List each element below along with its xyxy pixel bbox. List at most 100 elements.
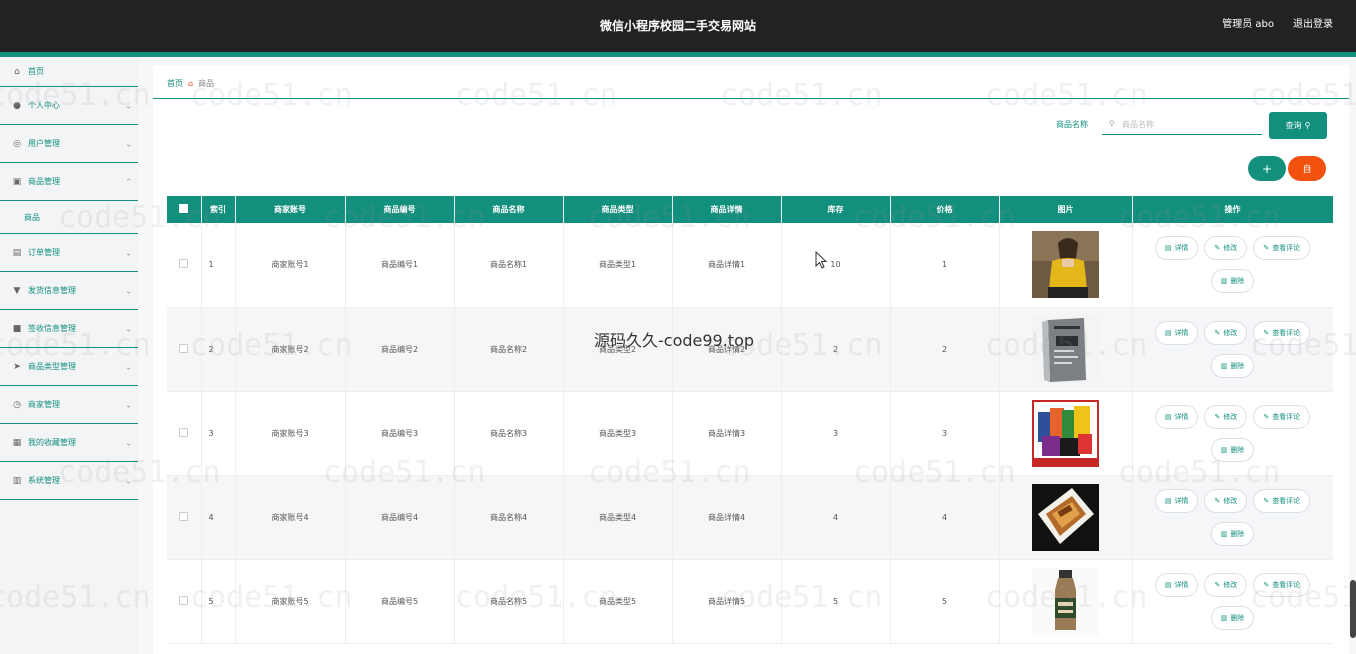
- cell-price: 2: [890, 307, 1000, 392]
- sidebar-item-goods[interactable]: ▣ 商品管理 ⌃: [0, 163, 138, 201]
- view-comments-button[interactable]: ✎ 查看评论: [1253, 236, 1311, 261]
- trash-icon: ▥: [1220, 529, 1228, 538]
- cell-goods-type: 商品类型5: [563, 559, 673, 644]
- search-icon: ⚲: [1304, 121, 1311, 130]
- trash-icon: ▥: [1220, 613, 1228, 622]
- cell-actions: ▤ 详情 ✎ 修改 ✎ 查看评论 ▥ 删除: [1132, 475, 1333, 560]
- delete-button[interactable]: ▥ 删除: [1210, 437, 1255, 462]
- logout-link[interactable]: 退出登录: [1293, 0, 1333, 50]
- view-comments-button[interactable]: ✎ 查看评论: [1253, 488, 1311, 513]
- cell-image: [999, 391, 1133, 476]
- row-select-cell[interactable]: [167, 475, 202, 560]
- chevron-down-icon: ⌄: [125, 324, 132, 333]
- edit-button[interactable]: ✎ 修改: [1204, 236, 1248, 261]
- view-comments-label: 查看评论: [1272, 412, 1301, 421]
- edit-icon: ✎: [1214, 244, 1221, 253]
- goods-image[interactable]: [1032, 399, 1099, 467]
- edit-icon: ✎: [1263, 412, 1270, 421]
- cell-goods-code: 商品编号4: [345, 475, 455, 560]
- row-select-cell[interactable]: [167, 391, 202, 476]
- trash-icon: ▥: [1220, 277, 1228, 286]
- sidebar-subitem-goods[interactable]: 商品: [0, 201, 138, 234]
- sidebar-item-receipt[interactable]: ■ 签收信息管理 ⌄: [0, 310, 138, 348]
- edit-button[interactable]: ✎ 修改: [1204, 572, 1248, 597]
- goods-image[interactable]: [1032, 567, 1099, 635]
- chevron-down-icon: ⌄: [125, 286, 132, 295]
- delete-button[interactable]: ▥ 删除: [1210, 605, 1255, 630]
- detail-button[interactable]: ▤ 详情: [1154, 320, 1199, 345]
- edit-label: 修改: [1223, 412, 1238, 421]
- delete-label: 删除: [1230, 529, 1245, 538]
- cell-stock: 5: [781, 559, 891, 644]
- sidebar: ⌂ 首页 ● 个人中心 ⌄ ◎ 用户管理 ⌄ ▣ 商品管理 ⌃ 商品 ▤ 订单管…: [0, 57, 138, 654]
- delete-button[interactable]: ▥ 删除: [1210, 521, 1255, 546]
- row-checkbox[interactable]: [179, 259, 189, 269]
- edit-icon: ✎: [1263, 496, 1270, 505]
- view-comments-button[interactable]: ✎ 查看评论: [1253, 404, 1311, 429]
- cell-image: [999, 307, 1133, 392]
- site-title: 微信小程序校园二手交易网站: [599, 19, 756, 33]
- detail-button[interactable]: ▤ 详情: [1154, 236, 1199, 261]
- delete-label: 删除: [1230, 361, 1245, 370]
- delete-button[interactable]: ▥ 删除: [1210, 269, 1255, 294]
- column-header: 商品名称: [454, 196, 564, 223]
- goods-image[interactable]: [1032, 231, 1099, 299]
- view-comments-label: 查看评论: [1272, 580, 1301, 589]
- sidebar-item-users[interactable]: ◎ 用户管理 ⌄: [0, 125, 138, 163]
- detail-button[interactable]: ▤ 详情: [1154, 572, 1199, 597]
- cell-merchant: 商家账号3: [235, 391, 346, 476]
- row-select-cell[interactable]: [167, 223, 202, 308]
- main-content: 首页 ⌂ 商品 商品名称 ⚲ 查询 ⚲ + 自 索引 商家账号: [138, 57, 1356, 654]
- select-all-header[interactable]: [167, 196, 202, 223]
- cell-merchant: 商家账号5: [235, 559, 346, 644]
- row-checkbox[interactable]: [179, 595, 189, 605]
- row-checkbox[interactable]: [179, 427, 189, 437]
- cell-goods-name: 商品名称4: [454, 475, 564, 560]
- column-header: 操作: [1132, 196, 1333, 223]
- batch-delete-button[interactable]: 自: [1288, 156, 1326, 181]
- edit-button[interactable]: ✎ 修改: [1204, 488, 1248, 513]
- row-checkbox[interactable]: [179, 511, 189, 521]
- goods-image[interactable]: [1032, 315, 1099, 383]
- view-comments-button[interactable]: ✎ 查看评论: [1253, 320, 1311, 345]
- people-icon: ◎: [13, 138, 21, 149]
- scrollbar[interactable]: [1350, 580, 1356, 638]
- sidebar-item-home[interactable]: ⌂ 首页: [0, 57, 138, 87]
- row-select-cell[interactable]: [167, 559, 202, 644]
- row-select-cell[interactable]: [167, 307, 202, 392]
- query-button[interactable]: 查询 ⚲: [1269, 112, 1327, 139]
- cell-stock: 3: [781, 391, 891, 476]
- chart-icon: ▥: [12, 475, 22, 486]
- sidebar-item-personal[interactable]: ● 个人中心 ⌄: [0, 87, 138, 125]
- row-checkbox[interactable]: [179, 343, 189, 353]
- cell-stock: 2: [781, 307, 891, 392]
- sidebar-item-favorites[interactable]: ▦ 我的收藏管理 ⌄: [0, 424, 138, 462]
- edit-label: 修改: [1223, 328, 1238, 337]
- search-label: 商品名称: [1056, 120, 1088, 129]
- sidebar-item-shipping[interactable]: ▼ 发货信息管理 ⌄: [0, 272, 138, 310]
- detail-button[interactable]: ▤ 详情: [1154, 404, 1199, 429]
- sidebar-item-orders[interactable]: ▤ 订单管理 ⌄: [0, 234, 138, 272]
- detail-button[interactable]: ▤ 详情: [1154, 488, 1199, 513]
- cell-index: 4: [201, 475, 236, 560]
- search-input[interactable]: [1102, 114, 1262, 135]
- detail-label: 详情: [1174, 580, 1189, 589]
- edit-button[interactable]: ✎ 修改: [1204, 320, 1248, 345]
- sidebar-item-merchants[interactable]: ◷ 商家管理 ⌄: [0, 386, 138, 424]
- breadcrumb-home[interactable]: 首页: [167, 78, 183, 89]
- sidebar-item-label: 签收信息管理: [28, 324, 76, 333]
- add-button[interactable]: +: [1248, 156, 1286, 181]
- select-all-checkbox[interactable]: [179, 204, 189, 213]
- cell-goods-detail: 商品详情2: [672, 307, 782, 392]
- goods-image[interactable]: [1032, 483, 1099, 551]
- view-comments-button[interactable]: ✎ 查看评论: [1253, 572, 1311, 597]
- cell-index: 3: [201, 391, 236, 476]
- edit-button[interactable]: ✎ 修改: [1204, 404, 1248, 429]
- delete-button[interactable]: ▥ 删除: [1210, 353, 1255, 378]
- sidebar-item-goods-type[interactable]: ➤ 商品类型管理 ⌄: [0, 348, 138, 386]
- delete-label: 删除: [1230, 277, 1245, 286]
- sidebar-item-label: 个人中心: [28, 101, 60, 110]
- detail-label: 详情: [1174, 244, 1189, 253]
- sidebar-item-system[interactable]: ▥ 系统管理 ⌄: [0, 462, 138, 500]
- edit-icon: ✎: [1263, 580, 1270, 589]
